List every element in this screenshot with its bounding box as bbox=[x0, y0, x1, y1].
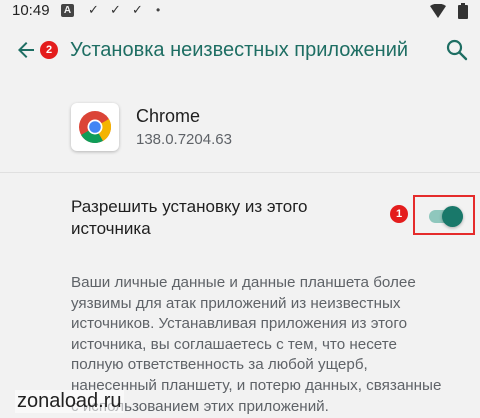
status-bar: 10:49 A ✓ ✓ ✓ • bbox=[0, 0, 480, 22]
search-icon bbox=[446, 39, 468, 61]
wifi-icon bbox=[430, 3, 446, 19]
search-button[interactable] bbox=[446, 39, 468, 61]
chrome-icon bbox=[79, 111, 112, 144]
allow-install-setting[interactable]: Разрешить установку из этого источника 1 bbox=[0, 180, 480, 250]
arrow-back-icon bbox=[18, 42, 34, 58]
app-icon-container bbox=[71, 103, 119, 151]
warning-description: Ваши личные данные и данные планшета бол… bbox=[71, 274, 442, 415]
setting-label: Разрешить установку из этого источника bbox=[71, 197, 308, 238]
battery-icon bbox=[458, 3, 468, 19]
check-icon: ✓ bbox=[132, 2, 143, 17]
check-icon: ✓ bbox=[88, 2, 99, 17]
app-version: 138.0.7204.63 bbox=[136, 131, 232, 148]
page-title: Установка неизвестных приложений bbox=[70, 39, 409, 61]
dot-icon: • bbox=[156, 3, 161, 17]
step-badge-2: 2 bbox=[40, 41, 58, 59]
back-button[interactable] bbox=[14, 38, 38, 62]
app-bar: 2 Установка неизвестных приложений bbox=[0, 22, 480, 78]
status-time: 10:49 bbox=[12, 2, 50, 19]
check-icon: ✓ bbox=[110, 2, 121, 17]
a-app-icon: A bbox=[61, 4, 74, 17]
allow-install-toggle[interactable] bbox=[425, 206, 465, 227]
watermark: zonaload.ru bbox=[15, 390, 124, 413]
step-badge-1: 1 bbox=[390, 205, 408, 223]
toggle-thumb bbox=[442, 206, 463, 227]
app-name: Chrome bbox=[136, 106, 201, 126]
divider bbox=[0, 172, 480, 173]
